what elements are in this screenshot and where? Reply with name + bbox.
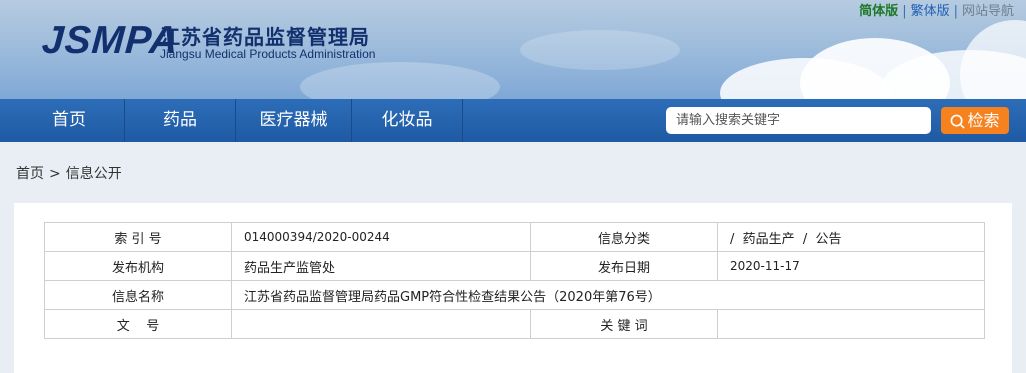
search-button[interactable]: 检索 xyxy=(941,107,1009,134)
info-name-label: 信息名称 xyxy=(44,280,232,310)
nav-item-cosmetics[interactable]: 化妆品 xyxy=(352,99,463,142)
doc-number-label: 文 号 xyxy=(44,309,232,339)
breadcrumb-home[interactable]: 首页 xyxy=(16,166,44,182)
nav-item-medical-devices[interactable]: 医疗器械 xyxy=(236,99,352,142)
nav-item-drugs[interactable]: 药品 xyxy=(125,99,236,142)
category-value: / 药品生产 / 公告 xyxy=(717,222,985,252)
search-button-label: 检索 xyxy=(967,111,1000,130)
site-name-en: Jiangsu Medical Products Administration xyxy=(160,47,376,61)
publish-date-value: 2020-11-17 xyxy=(717,251,985,281)
sitemap-link[interactable]: 网站导航 xyxy=(962,0,1014,19)
breadcrumb-current[interactable]: 信息公开 xyxy=(66,166,122,182)
main-nav: 首页 药品 医疗器械 化妆品 检索 xyxy=(0,99,1026,142)
info-meta-table: 索 引 号 014000394/2020-00244 信息分类 / 药品生产 /… xyxy=(44,222,985,339)
index-number-value: 014000394/2020-00244 xyxy=(231,222,531,252)
category-label: 信息分类 xyxy=(530,222,718,252)
simplified-link[interactable]: 简体版 xyxy=(859,0,898,19)
search-input[interactable] xyxy=(666,107,931,134)
content-panel: 索 引 号 014000394/2020-00244 信息分类 / 药品生产 /… xyxy=(14,203,1012,373)
link-divider: | xyxy=(902,4,907,19)
search-icon xyxy=(950,111,967,130)
site-name-cn: 江苏省药品监督管理局 xyxy=(160,25,370,49)
table-row: 索 引 号 014000394/2020-00244 信息分类 / 药品生产 /… xyxy=(44,222,985,252)
top-links: 简体版 | 繁体版 | 网站导航 xyxy=(859,0,1014,19)
table-row: 发布机构 药品生产监管处 发布日期 2020-11-17 xyxy=(44,251,985,281)
nav-item-home[interactable]: 首页 xyxy=(14,99,125,142)
table-row: 信息名称 江苏省药品监督管理局药品GMP符合性检查结果公告（2020年第76号） xyxy=(44,280,985,310)
publisher-label: 发布机构 xyxy=(44,251,232,281)
doc-number-value xyxy=(231,309,531,339)
keywords-label: 关 键 词 xyxy=(530,309,718,339)
breadcrumb: 首页 > 信息公开 xyxy=(16,163,122,183)
traditional-link[interactable]: 繁体版 xyxy=(911,0,950,19)
keywords-value xyxy=(717,309,985,339)
site-header: JSMPA 江苏省药品监督管理局 Jiangsu Medical Product… xyxy=(0,0,1026,99)
link-divider: | xyxy=(953,4,958,19)
breadcrumb-separator: > xyxy=(49,166,61,182)
table-row: 文 号 关 键 词 xyxy=(44,309,985,339)
info-name-value: 江苏省药品监督管理局药品GMP符合性检查结果公告（2020年第76号） xyxy=(231,280,985,310)
index-number-label: 索 引 号 xyxy=(44,222,232,252)
publisher-value: 药品生产监管处 xyxy=(231,251,531,281)
publish-date-label: 发布日期 xyxy=(530,251,718,281)
